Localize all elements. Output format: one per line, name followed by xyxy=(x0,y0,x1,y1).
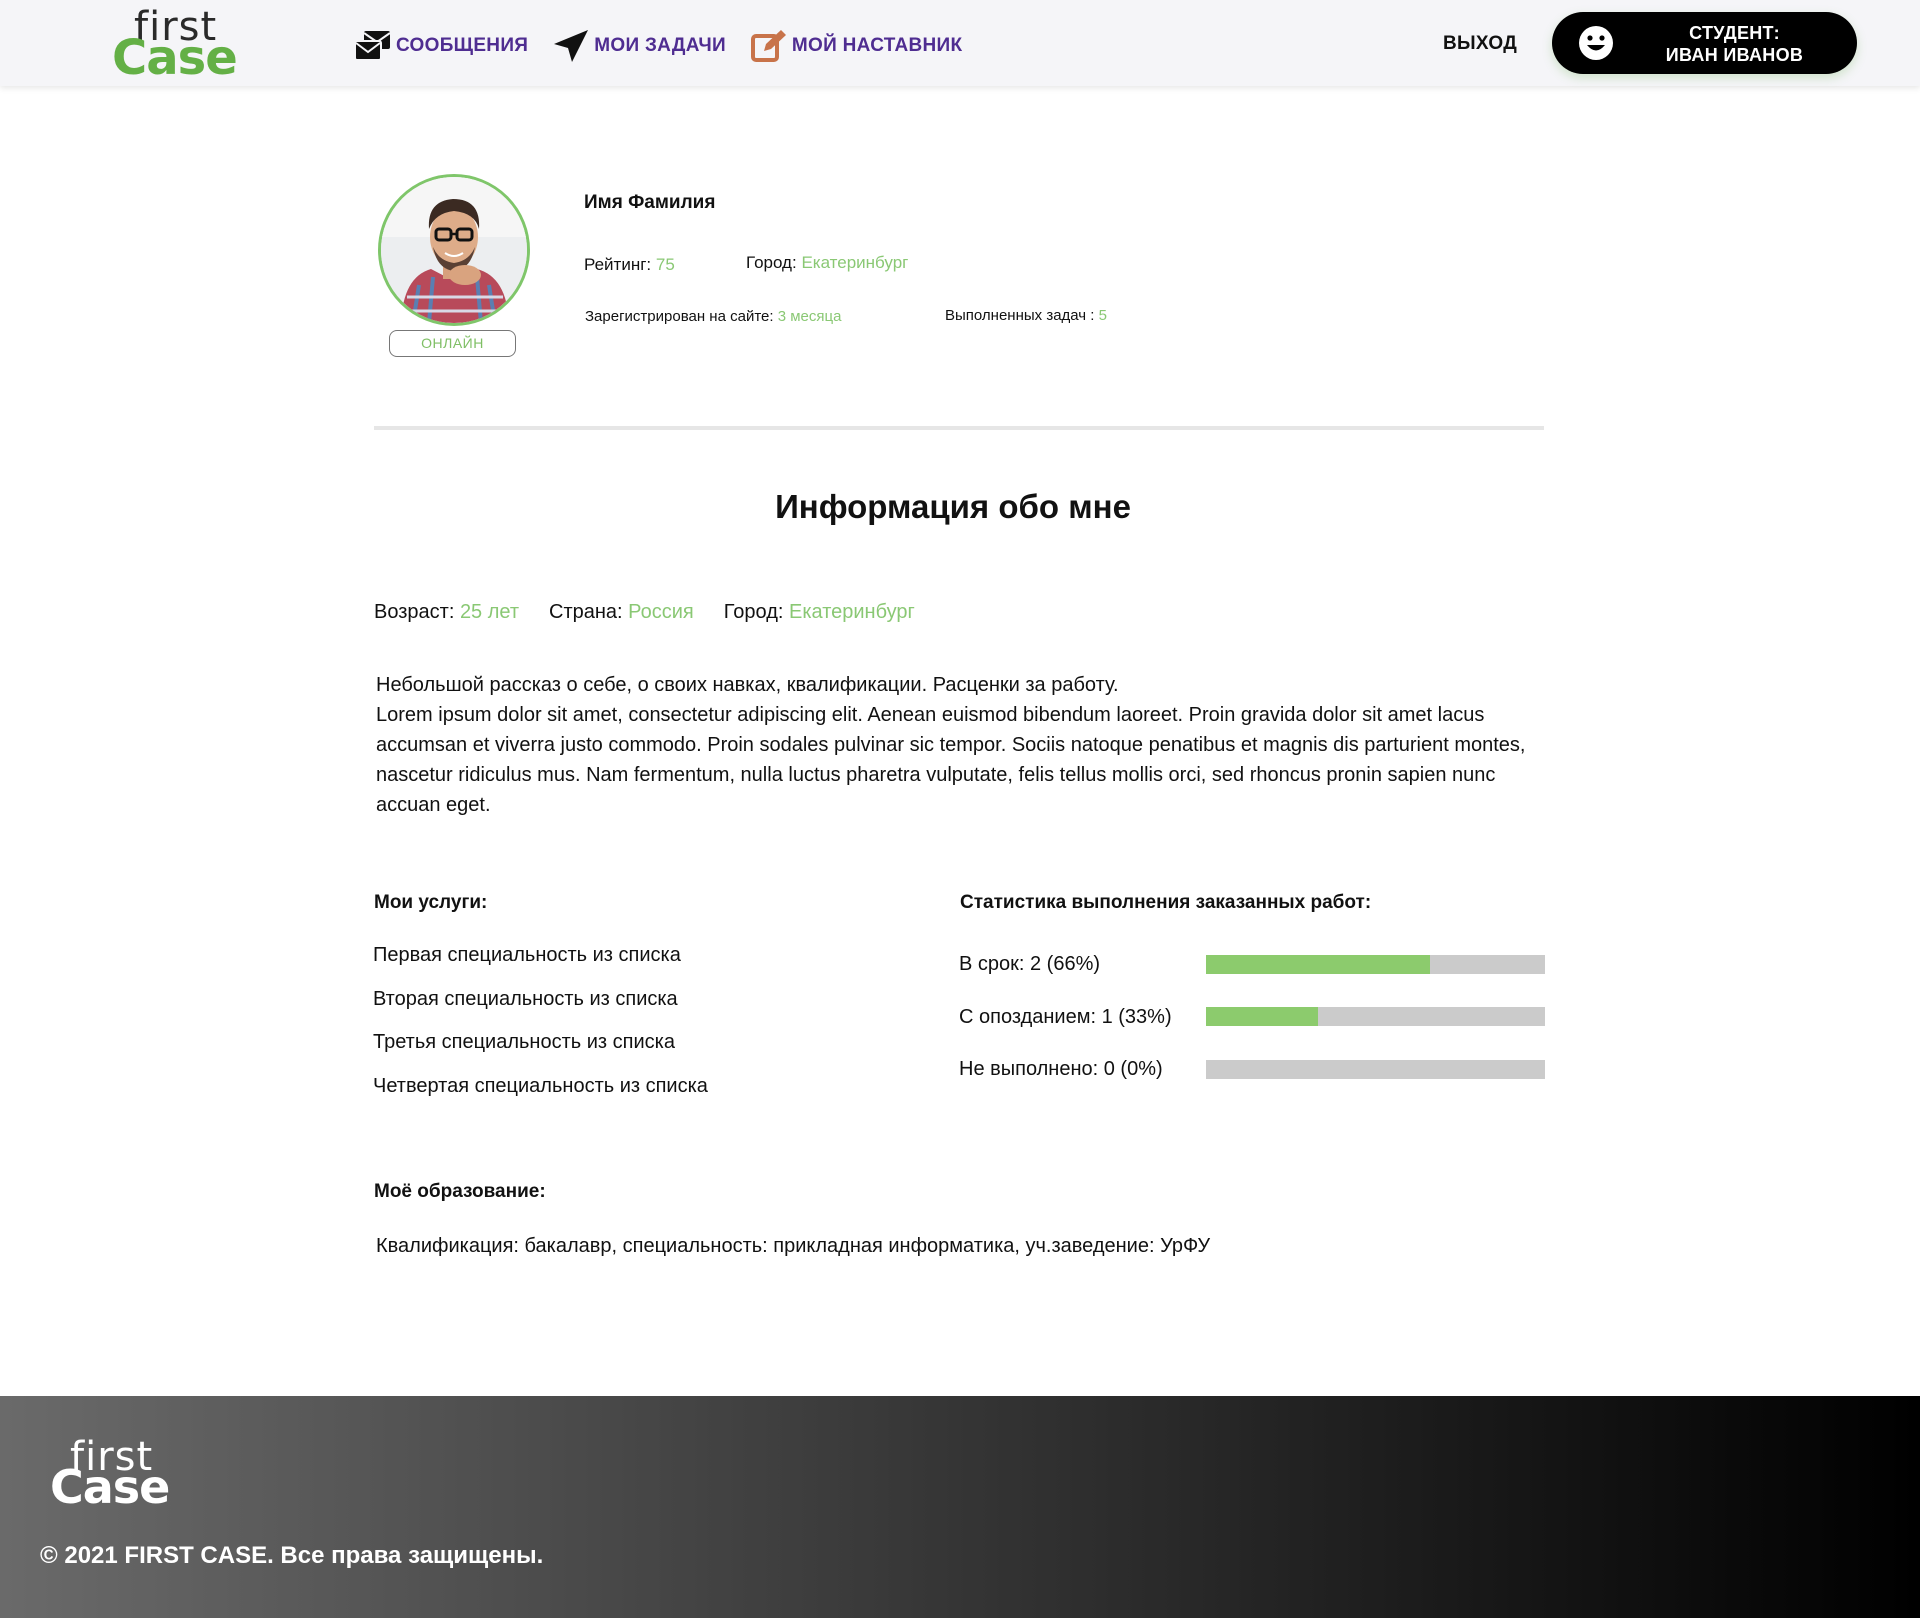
profile-avatar xyxy=(378,174,530,326)
about-city-value: Екатеринбург xyxy=(788,601,915,623)
avatar-photo xyxy=(381,177,527,323)
about-text: Небольшой рассказ о себе, о своих навках… xyxy=(376,670,1548,820)
copyright: © 2021 FIRST CASE. Все права защищены. xyxy=(40,1542,544,1569)
site-footer: first Case © 2021 FIRST CASE. Все права … xyxy=(0,1396,1920,1618)
stat-bar-fill xyxy=(1206,955,1430,974)
about-city-label: Город: xyxy=(723,601,784,623)
nav-my-mentor[interactable]: МОЙ НАСТАВНИК xyxy=(750,29,962,63)
age-fact: Возраст: 25 лет xyxy=(374,601,519,624)
stat-bar-on-time xyxy=(1206,955,1545,974)
city-label: Город: xyxy=(746,253,797,272)
user-info: СТУДЕНТ: ИВАН ИВАНОВ xyxy=(1612,22,1857,66)
service-item: Первая специальность из списка xyxy=(373,944,681,966)
profile-completed-tasks: Выполненных задач : 5 xyxy=(945,307,1107,324)
age-label: Возраст: xyxy=(374,601,455,623)
stat-label-on-time: В срок: 2 (66%) xyxy=(959,953,1101,975)
country-fact: Страна: Россия xyxy=(549,601,694,624)
profile-name: Имя Фамилия xyxy=(584,192,716,213)
profile-rating: Рейтинг: 75 xyxy=(584,255,675,275)
footer-logo[interactable]: first Case xyxy=(50,1434,170,1514)
nav-messages[interactable]: СООБЩЕНИЯ xyxy=(354,29,528,63)
site-logo[interactable]: first Case xyxy=(112,4,238,86)
completed-label: Выполненных задач : xyxy=(945,307,1095,324)
registered-value: 3 месяца xyxy=(777,308,842,325)
education-title: Моё образование: xyxy=(374,1181,546,1202)
profile-city: Город: Екатеринбург xyxy=(746,253,908,273)
education-text: Квалификация: бакалавр, специальность: п… xyxy=(376,1235,1211,1257)
country-label: Страна: xyxy=(549,601,623,623)
rating-value: 75 xyxy=(655,255,675,274)
online-status-badge: ОНЛАЙН xyxy=(389,330,516,357)
main-nav: СООБЩЕНИЯ МОИ ЗАДАЧИ МОЙ НАСТАВНИК xyxy=(354,28,986,64)
service-item: Вторая специальность из списка xyxy=(373,988,678,1010)
service-item: Четвертая специальность из списка xyxy=(373,1075,708,1097)
service-item: Третья специальность из списка xyxy=(373,1031,675,1053)
logout-link[interactable]: ВЫХОД xyxy=(1443,33,1517,55)
city-fact: Город: Екатеринбург xyxy=(724,601,915,624)
stat-bar-late xyxy=(1206,1007,1545,1026)
services-title: Мои услуги: xyxy=(374,892,488,913)
stat-label-not-done: Не выполнено: 0 (0%) xyxy=(959,1058,1163,1080)
stat-bar-not-done xyxy=(1206,1060,1545,1079)
city-value: Екатеринбург xyxy=(801,253,909,272)
nav-my-tasks[interactable]: МОИ ЗАДАЧИ xyxy=(552,28,726,64)
messages-icon xyxy=(354,31,391,61)
top-header: first Case СООБЩЕНИЯ МОИ ЗАДАЧИ МОЙ НАСТ… xyxy=(0,0,1920,86)
footer-logo-case: Case xyxy=(50,1460,170,1514)
user-name: ИВАН ИВАНОВ xyxy=(1665,45,1804,65)
profile-registered: Зарегистрирован на сайте: 3 месяца xyxy=(585,308,841,325)
about-title: Информация обо мне xyxy=(775,488,1131,525)
about-facts: Возраст: 25 лет Страна: Россия Город: Ек… xyxy=(374,601,945,624)
nav-my-mentor-label: МОЙ НАСТАВНИК xyxy=(791,35,963,56)
edit-icon xyxy=(750,30,786,62)
country-value: Россия xyxy=(628,601,694,623)
registered-label: Зарегистрирован на сайте: xyxy=(585,308,774,325)
profile-divider xyxy=(374,426,1544,430)
user-account-button[interactable]: СТУДЕНТ: ИВАН ИВАНОВ xyxy=(1552,12,1857,74)
logo-case: Case xyxy=(112,30,238,86)
age-value: 25 лет xyxy=(459,601,520,623)
rating-label: Рейтинг: xyxy=(584,255,652,274)
stat-bar-fill xyxy=(1206,1007,1318,1026)
nav-my-tasks-label: МОИ ЗАДАЧИ xyxy=(594,35,726,56)
user-role: СТУДЕНТ: xyxy=(1689,23,1780,43)
about-body: Lorem ipsum dolor sit amet, consectetur … xyxy=(376,704,1526,816)
send-arrow-icon xyxy=(554,30,589,62)
completed-value: 5 xyxy=(1098,307,1107,324)
stat-label-late: С опозданием: 1 (33%) xyxy=(959,1006,1172,1028)
nav-messages-label: СООБЩЕНИЯ xyxy=(396,35,529,56)
about-intro: Небольшой рассказ о себе, о своих навках… xyxy=(376,674,1119,696)
stats-title: Статистика выполнения заказанных работ: xyxy=(960,892,1372,913)
smiley-icon xyxy=(1579,26,1613,60)
